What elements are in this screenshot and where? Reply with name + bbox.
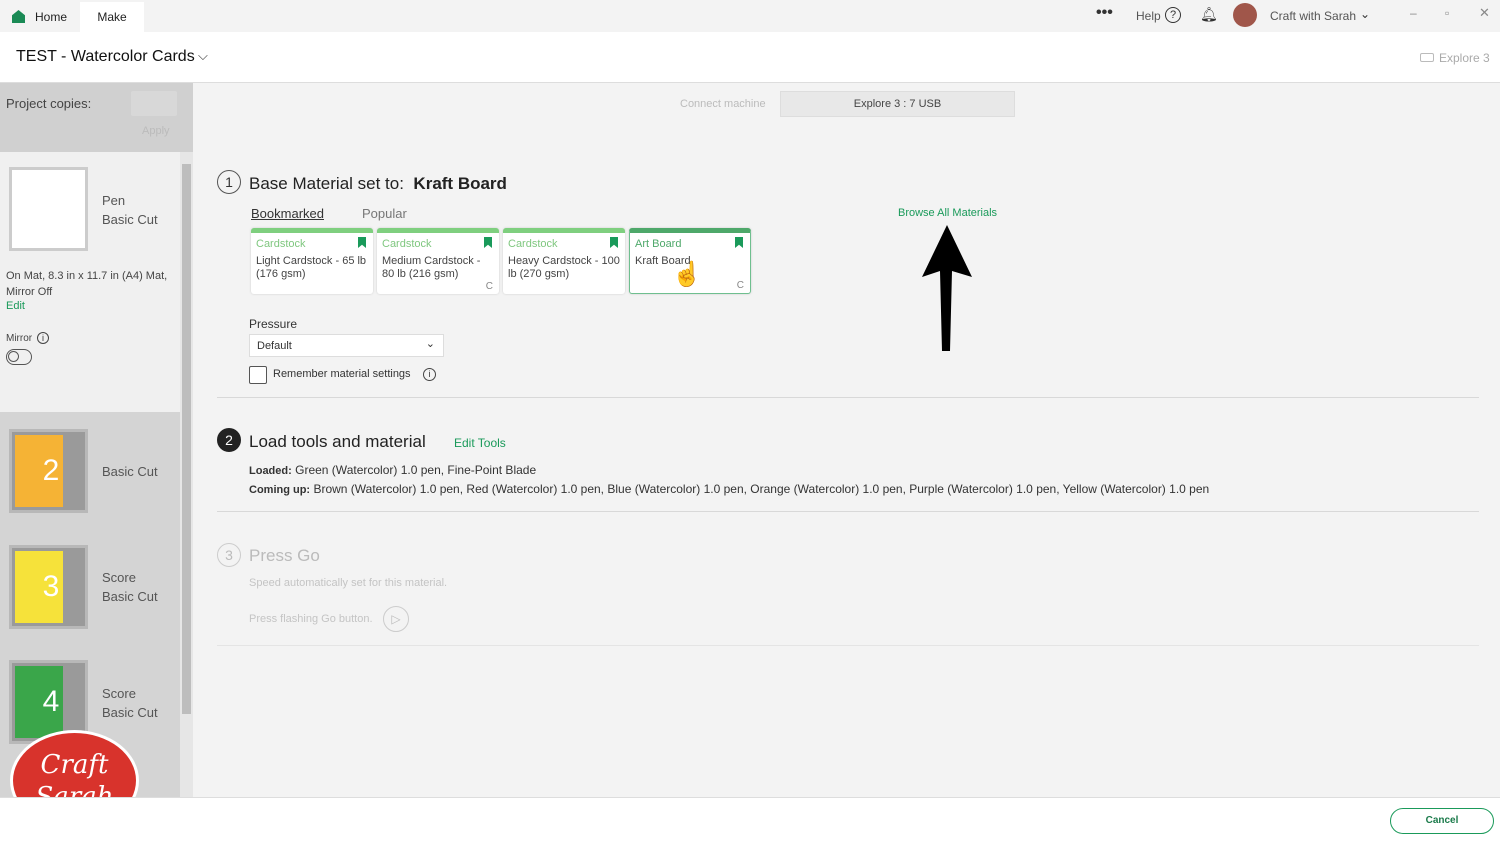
step-2-title: Load tools and material (249, 432, 426, 451)
tab-bookmarked[interactable]: Bookmarked (251, 206, 324, 221)
material-card[interactable]: Cardstock Heavy Cardstock - 100 lb (270 g… (503, 228, 625, 294)
help-link[interactable]: Help (1136, 9, 1161, 23)
info-icon[interactable]: i (423, 368, 436, 381)
machine-icon (1420, 53, 1434, 62)
info-icon[interactable]: i (37, 332, 49, 344)
project-title[interactable]: TEST - Watercolor Cards (16, 48, 195, 66)
tab-home[interactable]: Home (35, 2, 67, 32)
mat-label: Basic Cut (102, 464, 158, 479)
user-menu[interactable]: Craft with Sarah (1270, 9, 1356, 23)
divider (217, 511, 1479, 512)
material-card[interactable]: Cardstock Light Cardstock - 65 lb (176 gs… (251, 228, 373, 294)
browse-all-materials-link[interactable]: Browse All Materials (898, 207, 997, 219)
mat-label: Basic Cut (102, 212, 158, 227)
hand-cursor-icon: ☝ (672, 261, 702, 288)
step-3-title: Press Go (249, 546, 320, 565)
mat-labels: Score Basic Cut (102, 684, 158, 722)
copies-stepper[interactable] (131, 91, 177, 116)
loaded-value: Green (Watercolor) 1.0 pen, Fine-Point B… (295, 463, 537, 477)
pressure-select[interactable]: Default ⌄ (249, 334, 444, 357)
arrow-up-annotation-icon (922, 225, 972, 351)
card-name: Medium Cardstock - 80 lb (216 gsm) (382, 255, 481, 280)
apply-button[interactable]: Apply (142, 125, 170, 137)
project-header (0, 32, 1500, 83)
step-1-title: Base Material set to: Kraft Board (249, 174, 507, 194)
card-category: Cardstock (508, 238, 558, 250)
copies-label: Project copies: (6, 96, 92, 111)
scrollbar[interactable] (180, 152, 193, 797)
avatar[interactable] (1233, 3, 1257, 27)
connect-label: Connect machine (680, 98, 766, 110)
pressure-label: Pressure (249, 317, 298, 331)
loaded-tools: Loaded: Green (Watercolor) 1.0 pen, Fine… (249, 463, 536, 477)
mat-thumbnail-1[interactable] (9, 167, 88, 251)
machine-name: Explore 3 (1439, 51, 1490, 65)
remember-checkbox[interactable] (249, 366, 267, 384)
mat-info: On Mat, 8.3 in x 11.7 in (A4) Mat, Mirro… (6, 270, 168, 298)
mat-number: 2 (42, 454, 60, 487)
divider (217, 397, 1479, 398)
tab-popular[interactable]: Popular (362, 206, 407, 221)
card-badge: C (736, 280, 744, 291)
mat-label: Basic Cut (102, 589, 158, 604)
step-title: Base Material set to: (249, 174, 404, 193)
machine-select[interactable]: Explore 3 : 7 USB (780, 91, 1015, 117)
chevron-down-icon: ⌄ (425, 338, 435, 350)
card-category: Cardstock (382, 238, 432, 250)
close-button[interactable]: ✕ (1479, 5, 1490, 21)
coming-value: Brown (Watercolor) 1.0 pen, Red (Waterco… (313, 482, 1210, 496)
card-name: Light Cardstock - 65 lb (176 gsm) (256, 255, 367, 280)
loaded-label: Loaded: (249, 465, 292, 477)
play-icon: ▷ (383, 606, 409, 632)
selected-material: Kraft Board (413, 174, 507, 193)
chevron-down-icon[interactable]: ⌵ (198, 48, 208, 64)
divider (217, 645, 1479, 646)
restore-button[interactable]: ▫ (1445, 6, 1449, 20)
chevron-down-icon[interactable]: ⌄ (1360, 7, 1370, 21)
bell-icon[interactable]: 🔔︎ (1200, 6, 1218, 23)
step-2-number: 2 (217, 428, 241, 452)
mirror-label: Mirror (6, 333, 33, 344)
remember-label: Remember material settings (273, 368, 411, 380)
edit-tools-link[interactable]: Edit Tools (454, 436, 506, 450)
cancel-button[interactable]: Cancel (1390, 808, 1494, 834)
coming-label: Coming up: (249, 484, 311, 496)
press-go-note: Press flashing Go button. (249, 613, 373, 625)
card-category: Art Board (635, 238, 682, 250)
mat-label: Basic Cut (102, 705, 158, 720)
mat-label: Pen (102, 193, 126, 208)
coming-up-tools: Coming up: Brown (Watercolor) 1.0 pen, R… (249, 482, 1209, 496)
card-name: Heavy Cardstock - 100 lb (270 gsm) (508, 255, 620, 280)
card-badge: C (485, 281, 493, 292)
more-icon[interactable]: ••• (1096, 4, 1113, 22)
step-3-number: 3 (217, 543, 241, 567)
pressure-value: Default (257, 340, 292, 352)
mirror-toggle[interactable] (6, 349, 32, 365)
step-1-number: 1 (217, 170, 241, 194)
tab-make[interactable]: Make (80, 2, 144, 32)
footer (0, 797, 1500, 841)
speed-note: Speed automatically set for this materia… (249, 577, 448, 589)
mat-label: Score (102, 686, 136, 701)
edit-mat-link[interactable]: Edit (6, 300, 25, 312)
mat-1-labels: Pen Basic Cut (102, 191, 158, 229)
mat-labels: Score Basic Cut (102, 568, 158, 606)
minimize-button[interactable]: – (1410, 6, 1417, 20)
mat-label: Score (102, 570, 136, 585)
mat-number: 3 (42, 570, 60, 603)
card-category: Cardstock (256, 238, 306, 250)
help-icon[interactable]: ? (1165, 7, 1181, 23)
material-card[interactable]: Cardstock Medium Cardstock - 80 lb (216 g… (377, 228, 499, 294)
